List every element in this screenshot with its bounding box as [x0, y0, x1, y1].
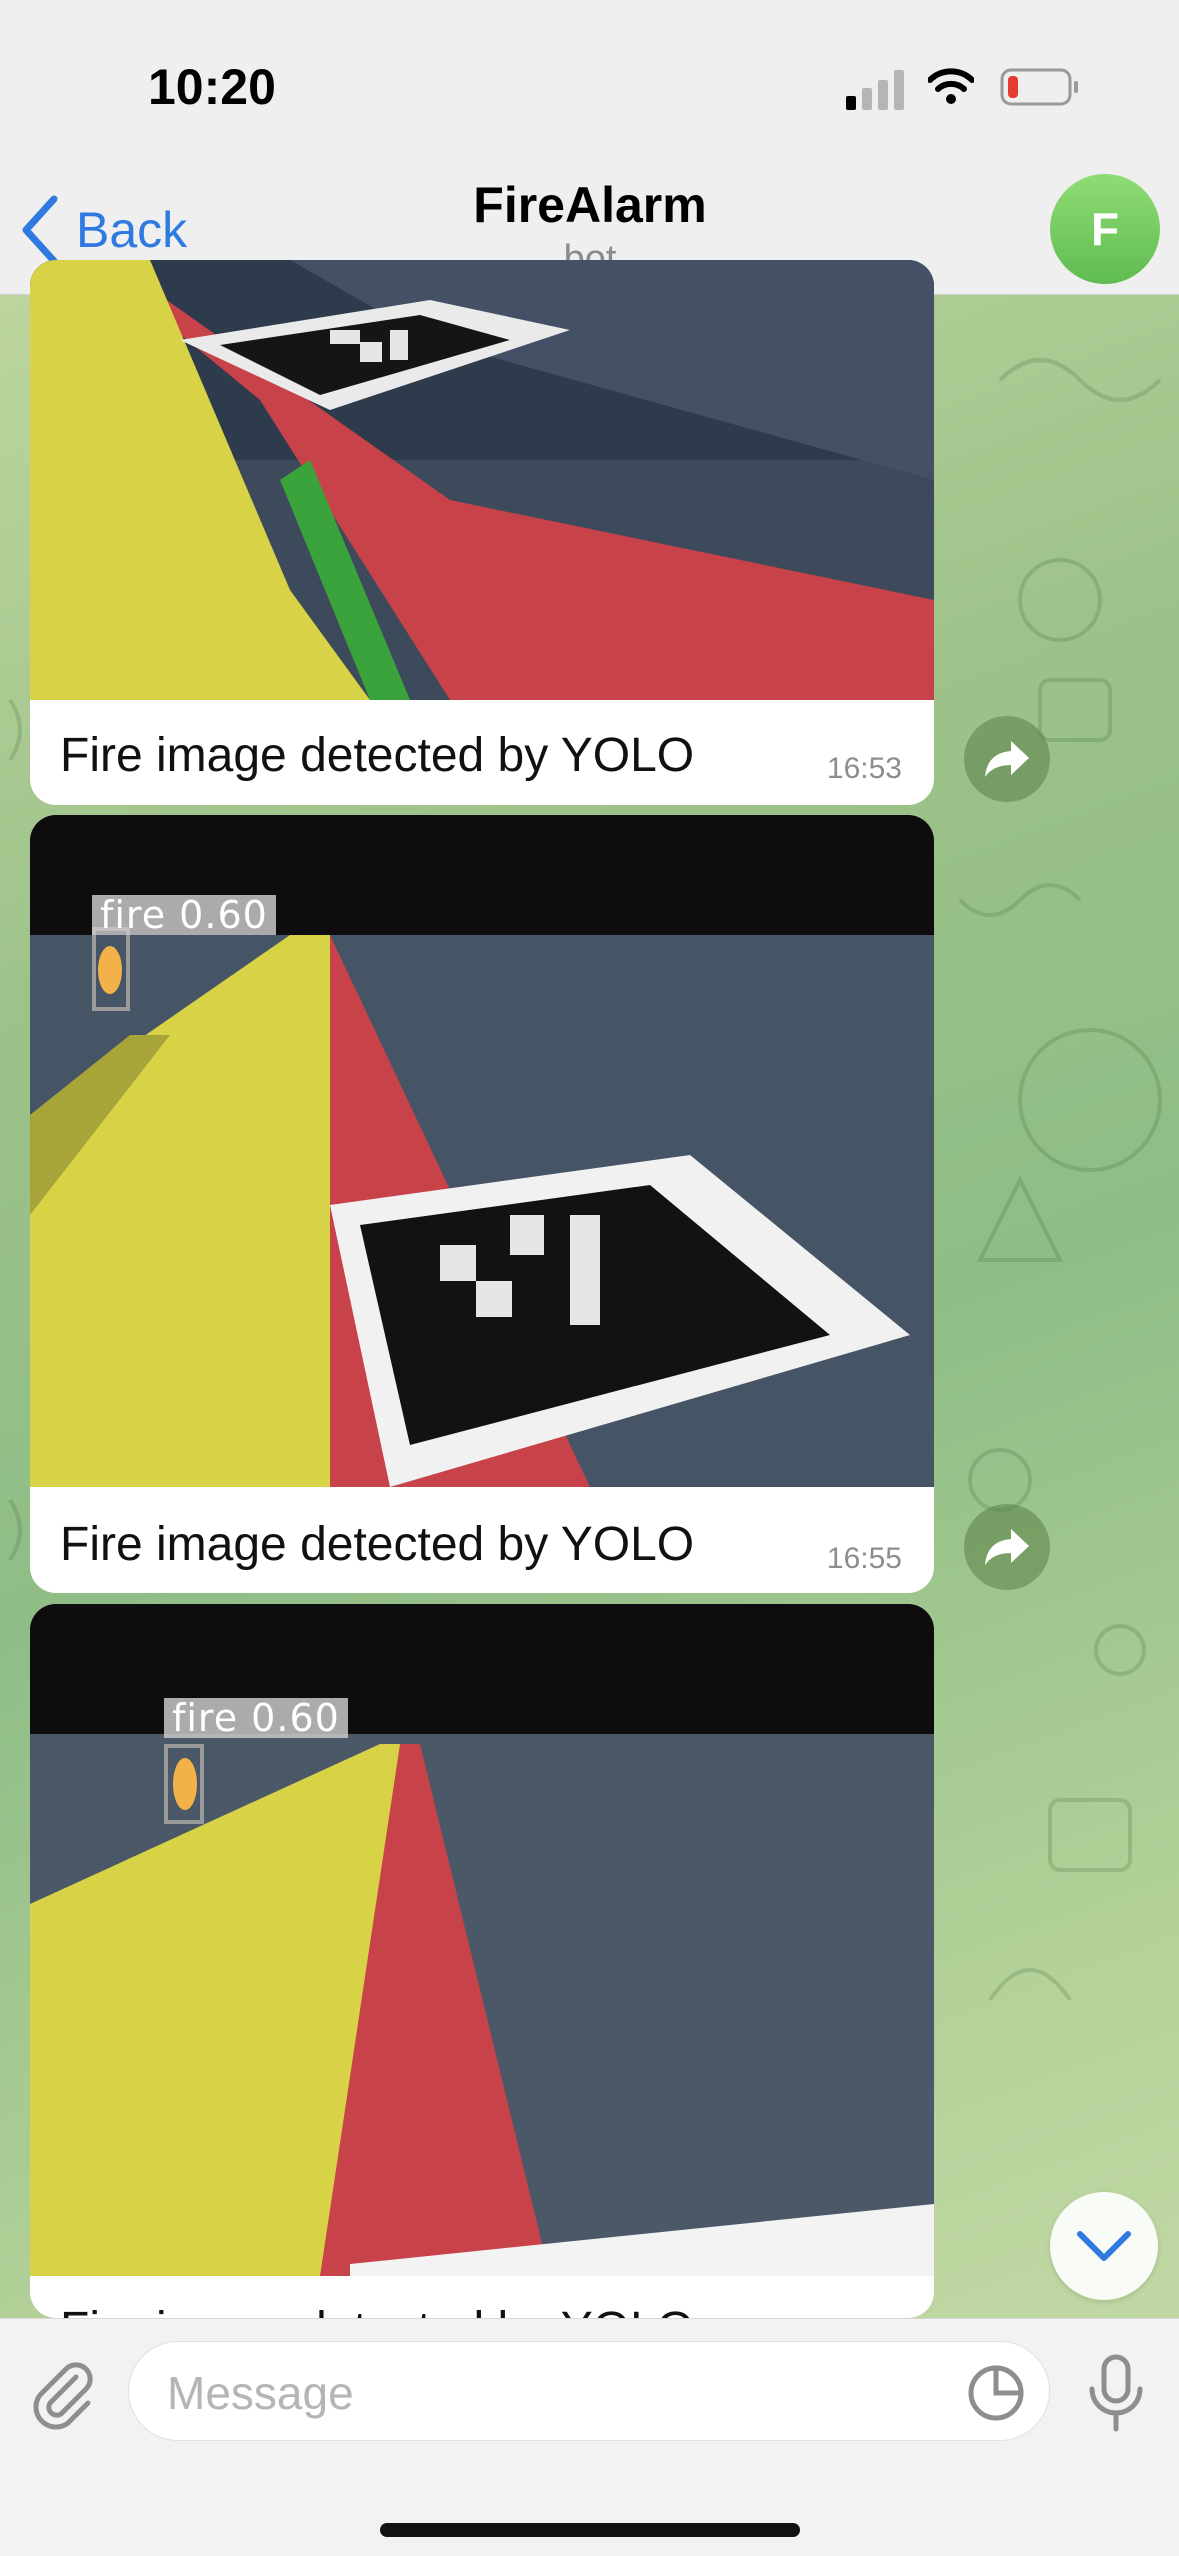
detection-label: fire 0.60	[164, 1698, 348, 1738]
back-button[interactable]: Back	[20, 190, 187, 270]
home-indicator	[380, 2523, 800, 2537]
forward-button[interactable]	[964, 716, 1050, 802]
microphone-icon[interactable]	[1086, 2353, 1146, 2433]
navigation-header: 10:20 Back FireAlarm bot F	[0, 0, 1179, 295]
forward-button[interactable]	[964, 1504, 1050, 1590]
sticker-icon[interactable]	[967, 2364, 1025, 2422]
status-time: 10:20	[148, 59, 276, 115]
avatar[interactable]: F	[1050, 174, 1160, 284]
message-composer: Message	[0, 2318, 1179, 2556]
back-label: Back	[76, 202, 188, 258]
wifi-icon	[928, 68, 974, 104]
message-caption: Fire image detected by YOLO	[60, 2302, 694, 2318]
message-photo[interactable]	[30, 260, 934, 700]
message-input[interactable]: Message	[128, 2341, 1050, 2441]
message-time: 16:55	[826, 1542, 902, 1575]
chevron-down-icon	[1077, 2231, 1131, 2261]
scroll-to-bottom-button[interactable]	[1050, 2192, 1158, 2300]
message-bubble[interactable]: fire 0.60 Fire image detected by YOLO	[30, 1604, 934, 2318]
cellular-signal-icon	[846, 70, 904, 110]
chat-title: FireAlarm	[473, 177, 707, 233]
battery-icon	[1000, 68, 1078, 106]
message-placeholder: Message	[167, 2367, 354, 2419]
message-bubble[interactable]: Fire image detected by YOLO 16:53	[30, 260, 934, 805]
detection-box	[92, 927, 130, 1011]
message-caption: Fire image detected by YOLO	[60, 729, 695, 782]
detection-label: fire 0.60	[92, 895, 276, 935]
share-arrow-icon	[985, 741, 1029, 777]
message-caption: Fire image detected by YOLO	[60, 1518, 695, 1571]
share-arrow-icon	[985, 1529, 1029, 1565]
detection-box	[164, 1744, 204, 1824]
paperclip-icon[interactable]	[28, 2359, 100, 2431]
message-bubble[interactable]: fire 0.60 Fire image detected by YOLO 16…	[30, 815, 934, 1593]
chevron-left-icon	[22, 195, 58, 265]
message-time: 16:53	[826, 752, 902, 785]
